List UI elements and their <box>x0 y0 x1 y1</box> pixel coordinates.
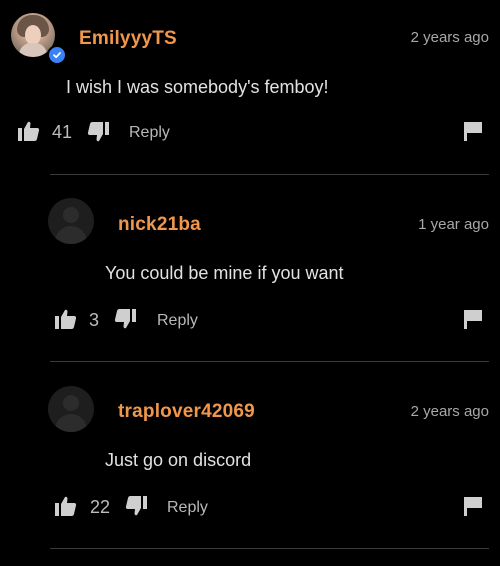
avatar-head <box>63 395 79 411</box>
default-avatar-icon[interactable] <box>48 386 94 432</box>
comment-text: Just go on discord <box>105 450 252 470</box>
default-avatar-icon[interactable] <box>48 198 94 244</box>
comment-text: I wish I was somebody's femboy! <box>66 77 329 97</box>
thumbs-down-icon[interactable] <box>125 496 147 521</box>
like-count: 22 <box>90 497 111 517</box>
flag-icon[interactable] <box>463 121 483 146</box>
comment: nick21ba 1 year ago You could be mine if… <box>0 175 500 362</box>
comment: traplover42069 2 years ago Just go on di… <box>0 362 500 566</box>
comment: EmilyyyTS 2 years ago I wish I was someb… <box>0 0 500 175</box>
timestamp: 2 years ago <box>410 29 489 46</box>
thumbs-up-icon[interactable] <box>18 121 40 146</box>
avatar-head <box>63 207 79 223</box>
divider <box>50 548 489 549</box>
timestamp: 1 year ago <box>418 216 489 233</box>
comment-text: You could be mine if you want <box>105 263 344 283</box>
username[interactable]: EmilyyyTS <box>79 28 177 50</box>
username[interactable]: traplover42069 <box>118 401 255 423</box>
avatar-shoulders <box>55 414 87 432</box>
thumbs-up-icon[interactable] <box>55 496 77 521</box>
reply-button[interactable]: Reply <box>167 499 208 517</box>
reply-button[interactable]: Reply <box>157 312 198 330</box>
avatar-shoulders <box>55 226 87 244</box>
avatar-face <box>25 25 41 45</box>
timestamp: 2 years ago <box>410 403 489 420</box>
verified-badge-icon <box>47 45 67 65</box>
thumbs-down-icon[interactable] <box>114 309 136 334</box>
thumbs-up-icon[interactable] <box>55 309 77 334</box>
like-count: 41 <box>52 122 73 142</box>
like-count: 3 <box>89 310 100 330</box>
username[interactable]: nick21ba <box>118 214 201 236</box>
avatar-body <box>19 43 47 57</box>
flag-icon[interactable] <box>463 496 483 521</box>
thumbs-down-icon[interactable] <box>87 122 109 147</box>
flag-icon[interactable] <box>463 309 483 334</box>
reply-button[interactable]: Reply <box>129 124 170 142</box>
